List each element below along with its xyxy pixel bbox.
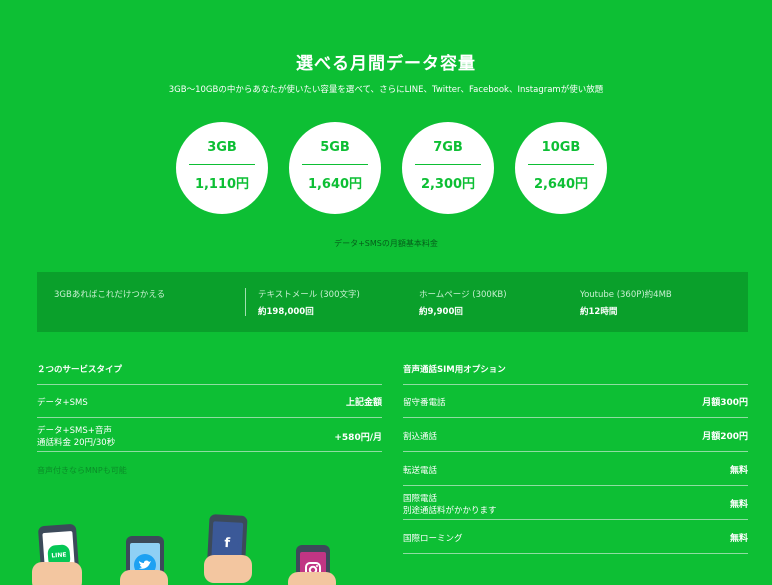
hand-illustration (120, 570, 168, 585)
page-subtitle: 3GB～10GBの中からあなたが使いたい容量を選べて、さらにLINE、Twitt… (168, 85, 604, 95)
usage-band: 3GBあればこれだけつかえる テキストメール (300文字) 約198,000回… (37, 272, 748, 332)
row-label: 国際電話 (403, 494, 438, 504)
row-sublabel: 通話料金 20円/30秒 (37, 438, 116, 448)
service-types-table: データ+SMS 上記金額 データ+SMS+音声 通話料金 20円/30秒 +58… (37, 384, 382, 452)
table-row: 国際電話 別途通話料がかかります 無料 (403, 486, 748, 520)
row-value: 無料 (729, 466, 748, 476)
row-label: データ+SMS (37, 398, 88, 408)
mnp-note: 音声付きならMNPも可能 (37, 466, 127, 475)
plan-list: 3GB 1,110円 5GB 1,640円 7GB 2,300円 10GB 2,… (176, 122, 607, 214)
row-value: 無料 (729, 534, 748, 544)
plan-card-3gb[interactable]: 3GB 1,110円 (176, 122, 268, 214)
plan-price: 2,300円 (420, 177, 476, 192)
usage-value: 約198,000回 (258, 307, 314, 317)
row-value: 無料 (729, 500, 748, 510)
row-label: 割込通話 (403, 432, 438, 442)
plan-card-5gb[interactable]: 5GB 1,640円 (289, 122, 381, 214)
plan-price: 1,640円 (307, 177, 363, 192)
plan-price: 2,640円 (533, 177, 589, 192)
voice-options-table: 留守番電話 月額300円 割込通話 月額200円 転送電話 無料 国際電話 別途… (403, 384, 748, 554)
row-value: 月額300円 (702, 398, 748, 408)
usage-value: 約12時間 (580, 307, 618, 317)
hand-illustration (288, 572, 336, 585)
usage-label: ホームページ (300KB) (419, 290, 507, 300)
table-row: 留守番電話 月額300円 (403, 385, 748, 418)
usage-item-mail: テキストメール (300文字) 約198,000回 (258, 288, 360, 317)
table-row: データ+SMS+音声 通話料金 20円/30秒 +580円/月 (37, 418, 382, 452)
row-label: 転送電話 (403, 466, 438, 476)
usage-divider (245, 288, 246, 316)
plan-capacity: 10GB (541, 140, 581, 155)
row-value: 上記金額 (345, 398, 382, 408)
service-types-title: ２つのサービスタイプ (37, 365, 123, 375)
plans-caption: データ+SMSの月額基本料金 (334, 239, 438, 248)
hand-illustration (204, 555, 252, 583)
table-row: 国際ローミング 無料 (403, 520, 748, 554)
phones-illustration: LINE f (30, 500, 350, 585)
plan-divider (189, 164, 255, 165)
plan-divider (415, 164, 481, 165)
hand-illustration (32, 562, 82, 585)
plan-card-10gb[interactable]: 10GB 2,640円 (515, 122, 607, 214)
usage-item-youtube: Youtube (360P)約4MB 約12時間 (580, 288, 672, 317)
usage-item-web: ホームページ (300KB) 約9,900回 (419, 288, 507, 317)
plan-capacity: 5GB (320, 140, 350, 155)
usage-value: 約9,900回 (419, 307, 463, 317)
plan-divider (528, 164, 594, 165)
plan-capacity: 7GB (433, 140, 463, 155)
row-sublabel: 別途通話料がかかります (403, 506, 497, 516)
usage-label: Youtube (360P)約4MB (580, 290, 672, 300)
plan-divider (302, 164, 368, 165)
row-label: 留守番電話 (403, 398, 446, 408)
plan-price: 1,110円 (194, 177, 250, 192)
plan-card-7gb[interactable]: 7GB 2,300円 (402, 122, 494, 214)
page-title: 選べる月間データ容量 (296, 54, 476, 74)
usage-lead: 3GBあればこれだけつかえる (54, 290, 166, 300)
table-row: データ+SMS 上記金額 (37, 385, 382, 418)
table-row: 割込通話 月額200円 (403, 418, 748, 452)
voice-options-title: 音声通話SIM用オプション (403, 365, 506, 375)
usage-label: テキストメール (300文字) (258, 290, 360, 300)
row-value: +580円/月 (334, 433, 382, 443)
row-label: データ+SMS+音声 (37, 426, 112, 436)
row-value: 月額200円 (702, 432, 748, 442)
plan-capacity: 3GB (207, 140, 237, 155)
row-label: 国際ローミング (403, 534, 463, 544)
table-row: 転送電話 無料 (403, 452, 748, 486)
